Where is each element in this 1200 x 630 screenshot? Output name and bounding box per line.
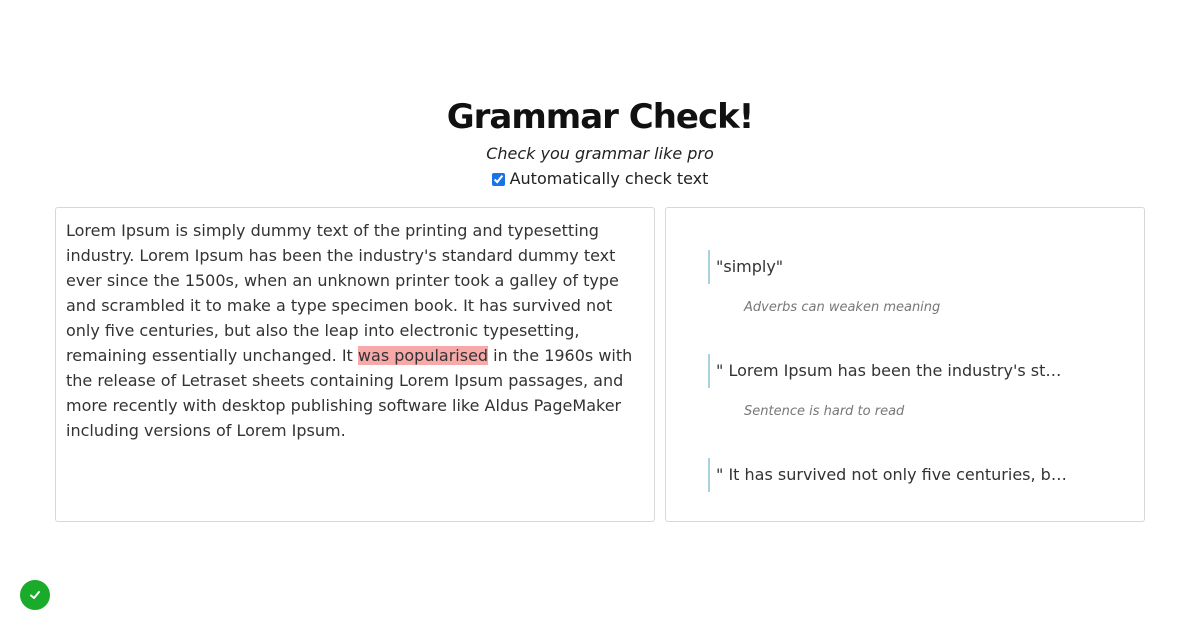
auto-check-toggle[interactable]: Automatically check text: [0, 168, 1200, 190]
suggestion-item[interactable]: "simply" Adverbs can weaken meaning: [708, 250, 1068, 315]
suggestion-quote: "simply": [708, 250, 1068, 284]
text-editor[interactable]: Lorem Ipsum is simply dummy text of the …: [55, 207, 655, 522]
header: Grammar Check! Check you grammar like pr…: [0, 96, 1200, 190]
suggestion-message: Adverbs can weaken meaning: [744, 300, 941, 315]
suggestions-panel: "simply" Adverbs can weaken meaning " Lo…: [665, 207, 1145, 522]
page-title: Grammar Check!: [446, 97, 755, 137]
auto-check-label: Automatically check text: [509, 169, 709, 188]
auto-check-checkbox[interactable]: [491, 172, 505, 186]
suggestion-quote: " It has survived not only five centurie…: [708, 458, 1068, 492]
suggestion-item[interactable]: " It has survived not only five centurie…: [708, 458, 1068, 492]
grammar-highlight[interactable]: was popularised: [357, 346, 489, 365]
editor-text-before: Lorem Ipsum is simply dummy text of the …: [66, 221, 619, 365]
suggestion-message: Sentence is hard to read: [744, 404, 905, 419]
suggestion-item[interactable]: " Lorem Ipsum has been the industry's st…: [708, 354, 1068, 419]
checkmark-icon: [30, 591, 40, 599]
status-indicator[interactable]: [20, 580, 50, 610]
suggestion-quote: " Lorem Ipsum has been the industry's st…: [708, 354, 1068, 388]
page-subtitle: Check you grammar like pro: [486, 144, 714, 163]
